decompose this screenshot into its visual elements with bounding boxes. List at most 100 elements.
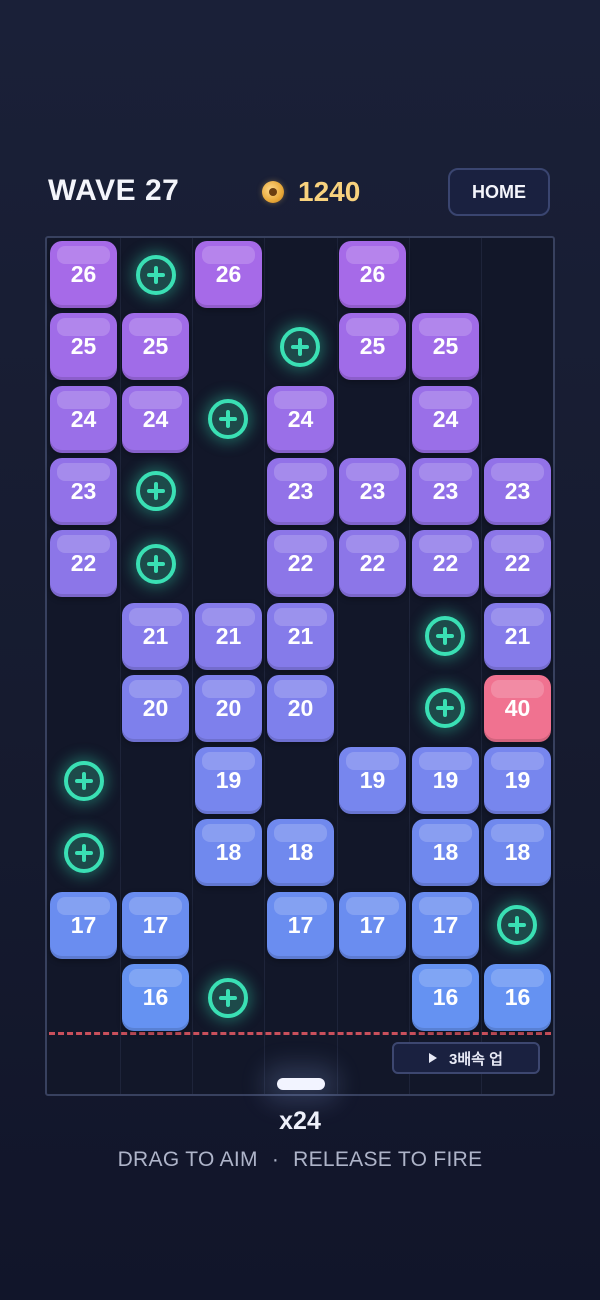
play-icon bbox=[429, 1053, 438, 1063]
brick-block: 26 bbox=[195, 241, 262, 308]
coin-value: 1240 bbox=[298, 176, 361, 207]
ball-plus-icon bbox=[208, 399, 248, 439]
brick-hp: 19 bbox=[215, 767, 242, 793]
column-divider bbox=[264, 238, 265, 1094]
brick-hp: 18 bbox=[432, 839, 459, 865]
ball-plus-icon bbox=[280, 327, 320, 367]
brick-block: 16 bbox=[122, 964, 189, 1031]
brick-block: 21 bbox=[122, 603, 189, 670]
home-button[interactable]: HOME bbox=[448, 168, 550, 216]
brick-block: 17 bbox=[267, 892, 334, 959]
hint-aim: DRAG TO AIM bbox=[117, 1148, 258, 1171]
brick-hp: 18 bbox=[504, 839, 531, 865]
brick-block: 26 bbox=[50, 241, 117, 308]
brick-hp: 23 bbox=[287, 478, 314, 504]
brick-hp: 22 bbox=[70, 550, 97, 576]
brick-block: 18 bbox=[484, 819, 551, 886]
brick-block: 23 bbox=[267, 458, 334, 525]
column-divider bbox=[192, 238, 193, 1094]
brick-hp: 19 bbox=[359, 767, 386, 793]
brick-block: 22 bbox=[484, 530, 551, 597]
brick-block: 25 bbox=[412, 313, 479, 380]
brick-block: 21 bbox=[484, 603, 551, 670]
hint-separator: · bbox=[271, 1148, 280, 1171]
ball-plus-icon bbox=[136, 255, 176, 295]
ball-count: x24 bbox=[279, 1107, 321, 1135]
brick-hp: 24 bbox=[287, 406, 314, 432]
brick-hp: 22 bbox=[504, 550, 531, 576]
ball-plus-icon bbox=[425, 688, 465, 728]
brick-hp: 21 bbox=[215, 623, 242, 649]
speed-up-button[interactable]: 3배속 업 bbox=[392, 1042, 540, 1074]
brick-hp: 16 bbox=[504, 984, 531, 1010]
column-divider bbox=[120, 238, 121, 1094]
brick-block: 18 bbox=[412, 819, 479, 886]
brick-block: 20 bbox=[195, 675, 262, 742]
ball-plus-icon bbox=[208, 978, 248, 1018]
brick-block: 24 bbox=[412, 386, 479, 453]
brick-block: 20 bbox=[122, 675, 189, 742]
brick-block: 18 bbox=[195, 819, 262, 886]
ball-plus-icon bbox=[64, 761, 104, 801]
brick-hp: 16 bbox=[432, 984, 459, 1010]
ball-plus-icon bbox=[136, 544, 176, 584]
brick-block: 20 bbox=[267, 675, 334, 742]
hint-fire: RELEASE TO FIRE bbox=[293, 1148, 483, 1171]
brick-hp: 24 bbox=[70, 406, 97, 432]
brick-block: 40 bbox=[484, 675, 551, 742]
ball-plus-icon bbox=[64, 833, 104, 873]
brick-hp: 25 bbox=[359, 333, 386, 359]
brick-hp: 20 bbox=[142, 695, 169, 721]
brick-hp: 24 bbox=[142, 406, 169, 432]
brick-hp: 23 bbox=[432, 478, 459, 504]
column-divider bbox=[337, 238, 338, 1094]
brick-block: 24 bbox=[267, 386, 334, 453]
brick-hp: 19 bbox=[432, 767, 459, 793]
instruction-hint: DRAG TO AIM · RELEASE TO FIRE bbox=[0, 1148, 600, 1172]
ball-plus-icon bbox=[136, 471, 176, 511]
brick-hp: 22 bbox=[432, 550, 459, 576]
coin-counter: 1240 bbox=[262, 176, 360, 208]
brick-block: 24 bbox=[50, 386, 117, 453]
ball-plus-icon bbox=[425, 616, 465, 656]
brick-hp: 17 bbox=[287, 912, 314, 938]
brick-hp: 16 bbox=[142, 984, 169, 1010]
brick-hp: 26 bbox=[359, 261, 386, 287]
brick-block: 17 bbox=[412, 892, 479, 959]
brick-block: 19 bbox=[412, 747, 479, 814]
brick-block: 17 bbox=[339, 892, 406, 959]
brick-hp: 21 bbox=[287, 623, 314, 649]
brick-hp: 24 bbox=[432, 406, 459, 432]
brick-block: 22 bbox=[339, 530, 406, 597]
brick-hp: 23 bbox=[504, 478, 531, 504]
column-divider bbox=[409, 238, 410, 1094]
coin-icon bbox=[262, 181, 284, 203]
brick-block: 19 bbox=[339, 747, 406, 814]
brick-hp: 23 bbox=[70, 478, 97, 504]
brick-hp: 40 bbox=[504, 695, 531, 721]
brick-hp: 18 bbox=[215, 839, 242, 865]
brick-hp: 26 bbox=[70, 261, 97, 287]
brick-block: 17 bbox=[50, 892, 117, 959]
brick-hp: 25 bbox=[142, 333, 169, 359]
speed-up-label: 3배속 업 bbox=[449, 1050, 503, 1068]
brick-block: 16 bbox=[484, 964, 551, 1031]
brick-hp: 17 bbox=[432, 912, 459, 938]
ball-launcher[interactable] bbox=[277, 1078, 325, 1090]
game-board[interactable]: 3배속 업 26 26 26 25 25 25 25 24 24 24 24 23 23 23 23 23 22… bbox=[45, 236, 555, 1096]
column-divider bbox=[481, 238, 482, 1094]
brick-block: 16 bbox=[412, 964, 479, 1031]
brick-block: 23 bbox=[50, 458, 117, 525]
brick-hp: 21 bbox=[142, 623, 169, 649]
brick-hp: 17 bbox=[142, 912, 169, 938]
brick-hp: 17 bbox=[359, 912, 386, 938]
brick-hp: 20 bbox=[287, 695, 314, 721]
brick-hp: 21 bbox=[504, 623, 531, 649]
brick-hp: 26 bbox=[215, 261, 242, 287]
brick-hp: 25 bbox=[70, 333, 97, 359]
brick-block: 21 bbox=[195, 603, 262, 670]
brick-block: 26 bbox=[339, 241, 406, 308]
wave-label: WAVE 27 bbox=[48, 174, 180, 207]
brick-block: 25 bbox=[50, 313, 117, 380]
brick-hp: 18 bbox=[287, 839, 314, 865]
